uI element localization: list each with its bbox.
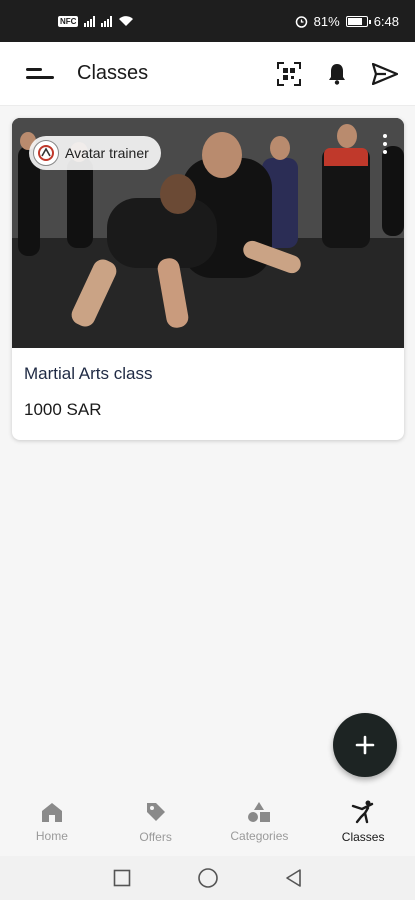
- class-card[interactable]: Avatar trainer Martial Arts class 1000 S…: [12, 118, 404, 440]
- class-image: Avatar trainer: [12, 118, 404, 348]
- more-vert-icon[interactable]: [378, 132, 392, 156]
- nav-offers-label: Offers: [139, 830, 172, 844]
- bell-icon[interactable]: [319, 56, 355, 92]
- alarm-icon: [295, 15, 307, 28]
- home-circle-icon[interactable]: [196, 866, 220, 890]
- nav-home-label: Home: [35, 829, 68, 843]
- nav-categories-label: Categories: [230, 829, 289, 843]
- trainer-chip[interactable]: Avatar trainer: [29, 136, 161, 170]
- system-nav: [0, 856, 415, 900]
- battery-icon: [345, 15, 371, 27]
- martial-arts-icon: [351, 800, 374, 824]
- nav-home[interactable]: Home: [0, 790, 104, 854]
- class-price: 1000 SAR: [24, 400, 102, 419]
- menu-icon[interactable]: [22, 60, 58, 88]
- signal-icon-2: [101, 15, 113, 27]
- trainer-name: Avatar trainer: [65, 145, 149, 161]
- home-icon: [41, 803, 62, 822]
- qr-scan-icon[interactable]: [271, 56, 307, 92]
- shapes-icon: [248, 802, 271, 822]
- app-bar: Classes: [0, 42, 415, 106]
- signal-icon: [84, 15, 96, 27]
- recents-icon[interactable]: [110, 866, 134, 890]
- back-icon[interactable]: [282, 866, 306, 890]
- nav-classes[interactable]: Classes: [311, 790, 415, 854]
- wifi-icon: [119, 16, 134, 26]
- trainer-avatar-icon: [33, 140, 59, 166]
- status-left-icons: NFC: [58, 15, 134, 27]
- plus-icon: [355, 735, 375, 755]
- status-bar: NFC 81% 6:48: [0, 0, 415, 42]
- send-icon[interactable]: [367, 56, 403, 92]
- class-title: Martial Arts class: [24, 364, 153, 383]
- status-right-icons: 81% 6:48: [295, 14, 399, 29]
- nfc-badge: NFC: [58, 15, 79, 27]
- page-title: Classes: [77, 62, 149, 84]
- clock: 6:48: [373, 13, 399, 29]
- tag-icon: [146, 803, 165, 821]
- bottom-nav: Home Offers Categories Classes: [0, 790, 415, 854]
- nav-categories[interactable]: Categories: [208, 790, 312, 854]
- app-bar-actions: [271, 56, 403, 92]
- battery-percent: 81%: [313, 13, 340, 29]
- nav-offers[interactable]: Offers: [104, 790, 208, 854]
- nav-classes-label: Classes: [341, 830, 385, 844]
- add-class-button[interactable]: [333, 713, 397, 777]
